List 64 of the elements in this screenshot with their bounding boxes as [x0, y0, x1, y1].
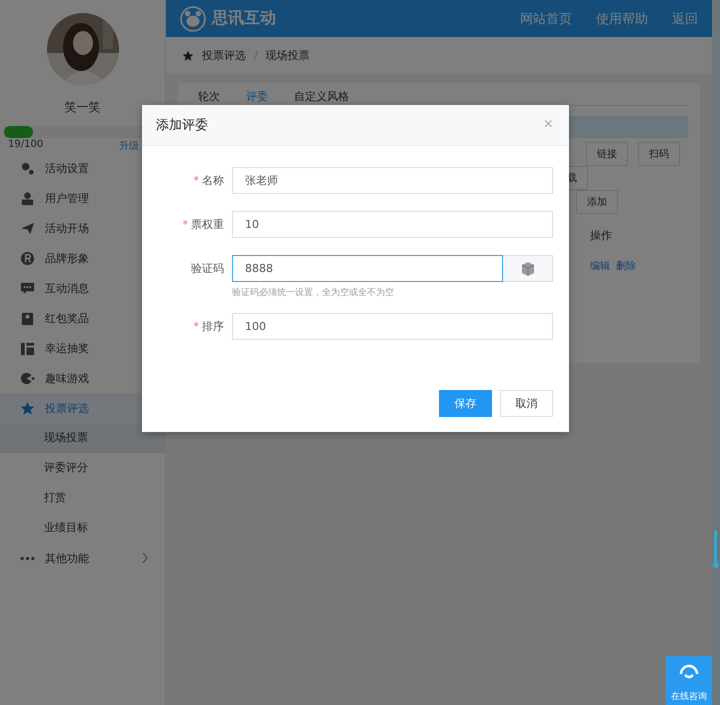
registered-icon [20, 250, 35, 266]
help-button[interactable]: 在线咨询 [666, 656, 712, 705]
breadcrumb-link[interactable]: 现场投票 [266, 48, 310, 63]
input-field[interactable]: 8888 [232, 255, 503, 282]
sidebar-item[interactable]: 活动开场 [0, 213, 165, 243]
header-link[interactable]: 网站首页 [520, 10, 572, 28]
paper-plane-icon [20, 220, 35, 236]
breadcrumb-link[interactable]: 投票评选 [202, 48, 246, 63]
more-icon [20, 556, 35, 560]
row-action-link[interactable]: 编辑 [590, 259, 610, 273]
required-mark: * [194, 320, 199, 333]
upgrade-link[interactable]: 升级 [119, 139, 139, 153]
sidebar-subitem[interactable]: 现场投票 [0, 423, 165, 453]
tab[interactable]: 自定义风格 [294, 89, 349, 105]
input-field[interactable]: 10 [232, 211, 553, 238]
game-icon [20, 370, 35, 386]
save-button[interactable]: 保存 [439, 390, 492, 417]
sidebar-subitem[interactable]: 打赏 [0, 483, 165, 513]
gear-icon [20, 160, 35, 176]
progress-reading: 19/100 [8, 139, 44, 152]
star-icon [20, 400, 35, 416]
sidebar-item[interactable]: 趣味游戏 [0, 363, 165, 393]
lottery-icon [20, 340, 35, 356]
sidebar-item[interactable]: 其他功能 [0, 543, 165, 573]
sidebar-item[interactable]: 用户管理 [0, 183, 165, 213]
brand-name: 思讯互动 [212, 8, 276, 29]
toolbar-button[interactable]: 链接 [586, 142, 628, 166]
sidebar-subitem[interactable]: 业绩目标 [0, 513, 165, 543]
add-button[interactable]: 添加 [576, 190, 618, 214]
dice-icon [522, 262, 534, 276]
field-label: 验证码 [191, 262, 224, 275]
breadcrumb-separator: / [254, 49, 258, 62]
dialog-title: 添加评委 [156, 117, 208, 134]
field-hint: 验证码必须统一设置，全为空或全不为空 [232, 286, 395, 299]
field-label: 排序 [202, 320, 224, 333]
field-label: 票权重 [191, 218, 224, 231]
sidebar-subitem[interactable]: 评委评分 [0, 453, 165, 483]
header-link[interactable]: 使用帮助 [596, 10, 648, 28]
required-mark: * [182, 218, 188, 231]
tab[interactable]: 评委 [246, 89, 268, 105]
scroll-slider-drawing [713, 530, 718, 570]
field-label: 名称 [202, 174, 224, 187]
cancel-button[interactable]: 取消 [500, 390, 553, 417]
sidebar-item[interactable]: 活动设置 [0, 153, 165, 183]
star-icon [182, 50, 194, 62]
gift-icon [20, 310, 35, 326]
sidebar-item[interactable]: 品牌形象 [0, 243, 165, 273]
user-icon [20, 190, 35, 206]
input-field[interactable]: 张老师 [232, 167, 553, 194]
sidebar-item[interactable]: 红包奖品 [0, 303, 165, 333]
chat-icon [20, 280, 35, 296]
required-mark: * [194, 174, 199, 187]
header-link[interactable]: 返回 [672, 10, 698, 28]
row-action-link[interactable]: 删除 [616, 259, 636, 273]
dice-button[interactable] [503, 255, 553, 282]
chevron-icon [141, 552, 149, 564]
sidebar-item[interactable]: 幸运抽奖 [0, 333, 165, 363]
input-field[interactable]: 100 [232, 313, 553, 340]
toolbar-button[interactable]: 扫码 [638, 142, 680, 166]
bear-logo-icon [180, 6, 206, 32]
tab[interactable]: 轮次 [198, 89, 220, 105]
column-header: 操作 [590, 229, 612, 242]
sidebar-item[interactable]: 互动消息 [0, 273, 165, 303]
user-name: 笑一笑 [64, 99, 102, 116]
